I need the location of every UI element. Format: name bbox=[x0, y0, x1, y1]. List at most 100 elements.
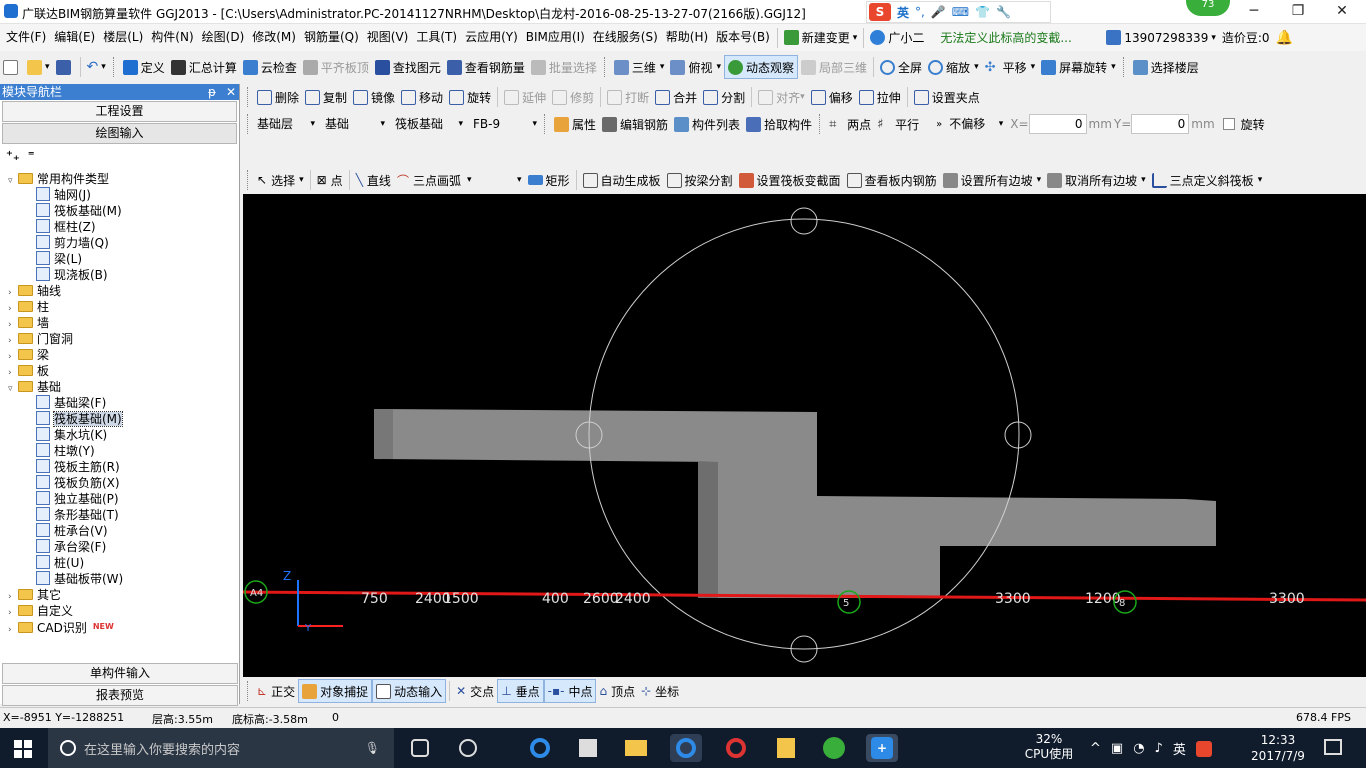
menu-item[interactable]: 编辑(E) bbox=[50, 24, 99, 51]
rect-tool-button[interactable]: 矩形 bbox=[525, 168, 573, 192]
bell-icon[interactable]: 🔔 bbox=[1273, 26, 1296, 50]
collapse-all-icon[interactable]: ⁼ bbox=[28, 149, 35, 164]
tree-item[interactable]: › 其它 bbox=[8, 587, 239, 603]
tree-item[interactable]: 集水坑(K) bbox=[8, 427, 239, 443]
x-input[interactable]: 0 bbox=[1028, 114, 1087, 134]
glodon-g2-icon[interactable] bbox=[720, 734, 752, 762]
tree-item[interactable]: ▿ 常用构件类型 bbox=[8, 171, 239, 187]
notes-icon[interactable] bbox=[770, 734, 802, 762]
merge-button[interactable]: 合并 bbox=[652, 85, 700, 109]
set-grip-button[interactable]: 设置夹点 bbox=[911, 85, 983, 109]
network-icon[interactable]: ◔ bbox=[1133, 741, 1144, 756]
raft-slab-upper[interactable] bbox=[374, 409, 1216, 598]
set-all-slope-button[interactable]: 设置所有边坡 ▾ bbox=[940, 168, 1045, 192]
save-icon[interactable] bbox=[53, 55, 77, 79]
menu-item[interactable]: 楼层(L) bbox=[99, 24, 147, 51]
store-icon[interactable] bbox=[572, 734, 604, 762]
menu-item[interactable]: 帮助(H) bbox=[662, 24, 712, 51]
view-slab-rebar-button[interactable]: 查看板内钢筋 bbox=[844, 168, 940, 192]
tree-item[interactable]: 独立基础(P) bbox=[8, 491, 239, 507]
tray-ime[interactable]: 英 bbox=[1173, 739, 1186, 758]
taskbar-search-box[interactable]: 在这里输入你要搜索的内容 🎙 bbox=[48, 728, 394, 768]
point-tool-button[interactable]: ⊠ 点 bbox=[314, 168, 346, 192]
view-rebar-qty-button[interactable]: 查看钢筋量 bbox=[444, 55, 528, 79]
auto-slab-button[interactable]: 自动生成板 bbox=[580, 168, 664, 192]
nav-close-icon[interactable]: ✕ bbox=[226, 84, 236, 100]
microphone-icon[interactable]: 🎙 bbox=[365, 741, 380, 755]
vertex-snap-button[interactable]: ⌂ 顶点 bbox=[596, 679, 638, 703]
open-icon[interactable]: ▾ bbox=[24, 55, 53, 79]
arc-tool-button[interactable]: ⌒ 三点画弧 ▾ bbox=[394, 168, 475, 192]
tree-item[interactable]: 桩(U) bbox=[8, 555, 239, 571]
set-variable-section-button[interactable]: 设置筏板变截面 bbox=[736, 168, 844, 192]
view3d-button[interactable]: 三维 ▾ bbox=[611, 55, 668, 79]
define-button[interactable]: 定义 bbox=[120, 55, 168, 79]
sogou-tray-icon[interactable] bbox=[1195, 740, 1212, 757]
local3d-button[interactable]: 局部三维 bbox=[798, 55, 870, 79]
tree-item[interactable]: 条形基础(T) bbox=[8, 507, 239, 523]
menu-item[interactable]: 文件(F) bbox=[2, 24, 50, 51]
summary-calc-button[interactable]: 汇总计算 bbox=[168, 55, 240, 79]
name-select[interactable]: FB-9 ▾ bbox=[470, 114, 540, 134]
midpoint-snap-button[interactable]: -▪- 中点 bbox=[543, 679, 597, 703]
tree-item[interactable]: 梁(L) bbox=[8, 251, 239, 267]
tree-item[interactable]: 框柱(Z) bbox=[8, 219, 239, 235]
explorer-icon[interactable] bbox=[620, 734, 652, 762]
tree-item[interactable]: 承台梁(F) bbox=[8, 539, 239, 555]
intersect-snap-button[interactable]: ✕ 交点 bbox=[453, 679, 497, 703]
new-icon[interactable] bbox=[0, 55, 24, 79]
notification-icon[interactable] bbox=[1324, 739, 1342, 755]
tree-item[interactable]: 基础梁(F) bbox=[8, 395, 239, 411]
menu-item[interactable]: 工具(T) bbox=[412, 24, 461, 51]
component-list-button[interactable]: 构件列表 bbox=[671, 112, 743, 136]
tree-item[interactable]: 现浇板(B) bbox=[8, 267, 239, 283]
glodon-g-icon[interactable] bbox=[670, 734, 702, 762]
tree-item[interactable]: 桩承台(V) bbox=[8, 523, 239, 539]
flush-slab-top-button[interactable]: 平齐板顶 bbox=[300, 55, 372, 79]
tree-item[interactable]: › 自定义 bbox=[8, 603, 239, 619]
volume-icon[interactable]: ♪ bbox=[1155, 741, 1163, 756]
cloud-check-button[interactable]: 云检查 bbox=[240, 55, 300, 79]
green-app-icon[interactable] bbox=[818, 734, 850, 762]
layer-select[interactable]: 基础层 ▾ bbox=[254, 114, 318, 134]
menu-item[interactable]: 视图(V) bbox=[363, 24, 413, 51]
coord-snap-button[interactable]: ⊹ 坐标 bbox=[638, 679, 682, 703]
find-element-button[interactable]: 查找图元 bbox=[372, 55, 444, 79]
trim-button[interactable]: 修剪 bbox=[549, 85, 597, 109]
start-windows-icon[interactable] bbox=[14, 740, 32, 758]
line-tool-button[interactable]: ╲ 直线 bbox=[353, 168, 394, 192]
tree-item[interactable]: › 门窗洞 bbox=[8, 331, 239, 347]
object-snap-button[interactable]: 对象捕捉 bbox=[298, 679, 373, 703]
tree-item[interactable]: 筏板基础(M) bbox=[8, 411, 239, 427]
edge-icon[interactable] bbox=[524, 734, 556, 762]
menu-item[interactable]: 在线服务(S) bbox=[589, 24, 662, 51]
tree-item[interactable]: 基础板带(W) bbox=[8, 571, 239, 587]
menu-item[interactable]: 修改(M) bbox=[248, 24, 300, 51]
cancel-all-slope-button[interactable]: 取消所有边坡 ▾ bbox=[1044, 168, 1149, 192]
topview-button[interactable]: 俯视 ▾ bbox=[667, 55, 724, 79]
offset-mode-select[interactable]: 不偏移 ▾ bbox=[946, 114, 1006, 134]
stretch-button[interactable]: 拉伸 bbox=[856, 85, 904, 109]
tools-icon[interactable]: 🔧 bbox=[996, 5, 1011, 19]
expand-all-icon[interactable]: ⁺₊ bbox=[6, 149, 20, 164]
align-button[interactable]: 对齐 ▾ bbox=[755, 85, 808, 109]
two-point-button[interactable]: ⌗ 两点 bbox=[826, 112, 874, 136]
orbit-handle-right[interactable] bbox=[1004, 421, 1032, 449]
task-view-icon[interactable] bbox=[404, 734, 436, 762]
dynamic-input-button[interactable]: 动态输入 bbox=[372, 679, 447, 703]
tree-item[interactable]: ▿ 基础 bbox=[8, 379, 239, 395]
move-button[interactable]: 移动 bbox=[398, 85, 446, 109]
select-floor-button[interactable]: 选择楼层 bbox=[1130, 55, 1202, 79]
tree-item[interactable]: 筏板负筋(X) bbox=[8, 475, 239, 491]
tree-item[interactable]: 筏板基础(M) bbox=[8, 203, 239, 219]
rotate-checkbox[interactable] bbox=[1222, 118, 1235, 130]
model-view[interactable]: 750 24001500 400 26002400 3300 1200 3300 A45 8 … bbox=[243, 194, 1366, 677]
pan-button[interactable]: ✣ 平移 ▾ bbox=[982, 55, 1039, 79]
zoom-button[interactable]: 缩放 ▾ bbox=[925, 55, 982, 79]
undo-icon[interactable]: ↶ ▾ bbox=[84, 55, 109, 79]
clock[interactable]: 12:33 2017/7/9 bbox=[1246, 732, 1310, 764]
expand-arrow-icon[interactable]: › bbox=[8, 622, 18, 638]
skin-icon[interactable]: 👕 bbox=[975, 5, 990, 19]
sogou-icon[interactable]: S bbox=[869, 3, 891, 21]
minimize-button[interactable]: ─ bbox=[1232, 0, 1276, 24]
